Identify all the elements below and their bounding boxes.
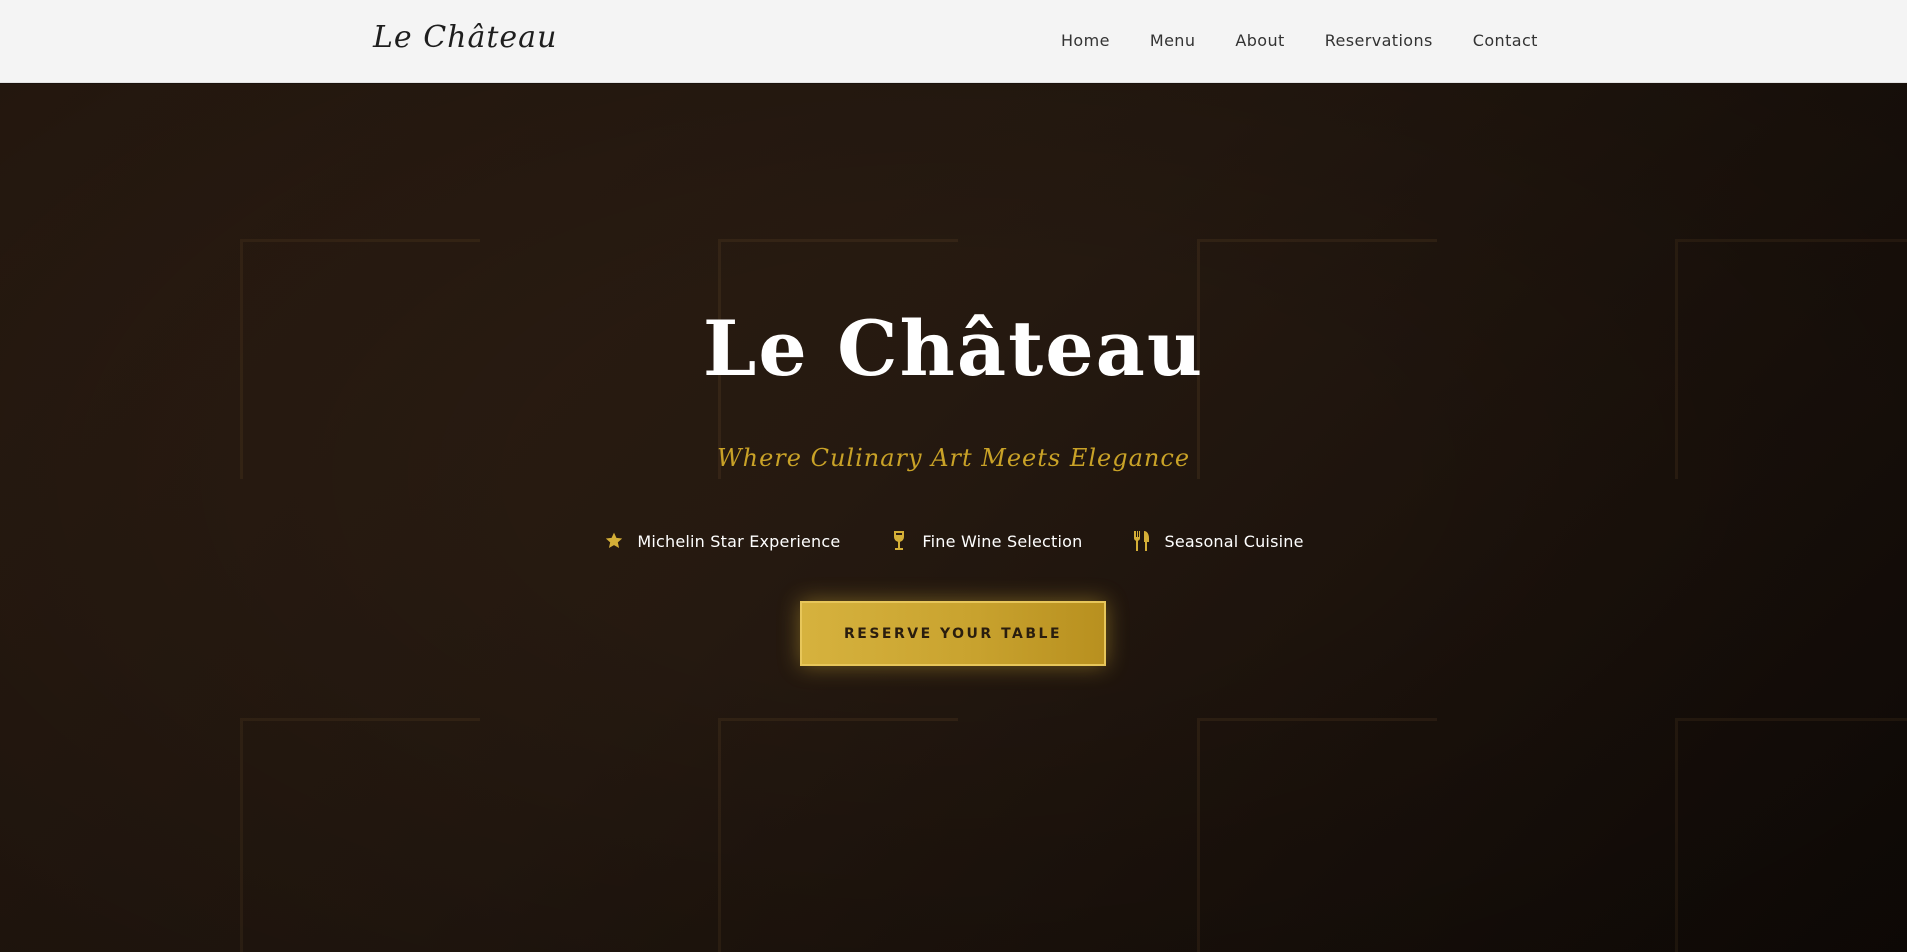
star-icon	[603, 530, 625, 552]
nav-links: Home Menu About Reservations Contact	[1061, 31, 1538, 50]
reserve-table-button[interactable]: RESERVE YOUR TABLE	[800, 601, 1106, 666]
wine-glass-icon	[888, 530, 910, 552]
utensils-icon	[1131, 530, 1153, 552]
hero-vignette	[0, 84, 1907, 952]
hero-subtitle: Where Culinary Art Meets Elegance	[716, 444, 1191, 472]
brand-logo[interactable]: Le Château	[373, 20, 557, 55]
feature-wine: Fine Wine Selection	[888, 530, 1082, 552]
feature-label: Fine Wine Selection	[922, 531, 1083, 551]
nav-link-menu[interactable]: Menu	[1150, 31, 1196, 50]
feature-label: Seasonal Cuisine	[1164, 531, 1304, 551]
hero-section: Le Château Where Culinary Art Meets Eleg…	[0, 84, 1907, 952]
nav-link-reservations[interactable]: Reservations	[1325, 31, 1433, 50]
hero-title: Le Château	[702, 304, 1205, 393]
feature-label: Michelin Star Experience	[637, 531, 841, 551]
feature-michelin: Michelin Star Experience	[603, 530, 840, 552]
feature-seasonal: Seasonal Cuisine	[1131, 530, 1304, 552]
nav-link-home[interactable]: Home	[1061, 31, 1110, 50]
top-navbar: Le Château Home Menu About Reservations …	[0, 0, 1907, 83]
reserve-table-label: RESERVE YOUR TABLE	[843, 625, 1063, 642]
nav-link-contact[interactable]: Contact	[1473, 31, 1538, 50]
nav-link-about[interactable]: About	[1235, 31, 1284, 50]
feature-list: Michelin Star Experience Fine Wine Selec…	[0, 530, 1907, 552]
